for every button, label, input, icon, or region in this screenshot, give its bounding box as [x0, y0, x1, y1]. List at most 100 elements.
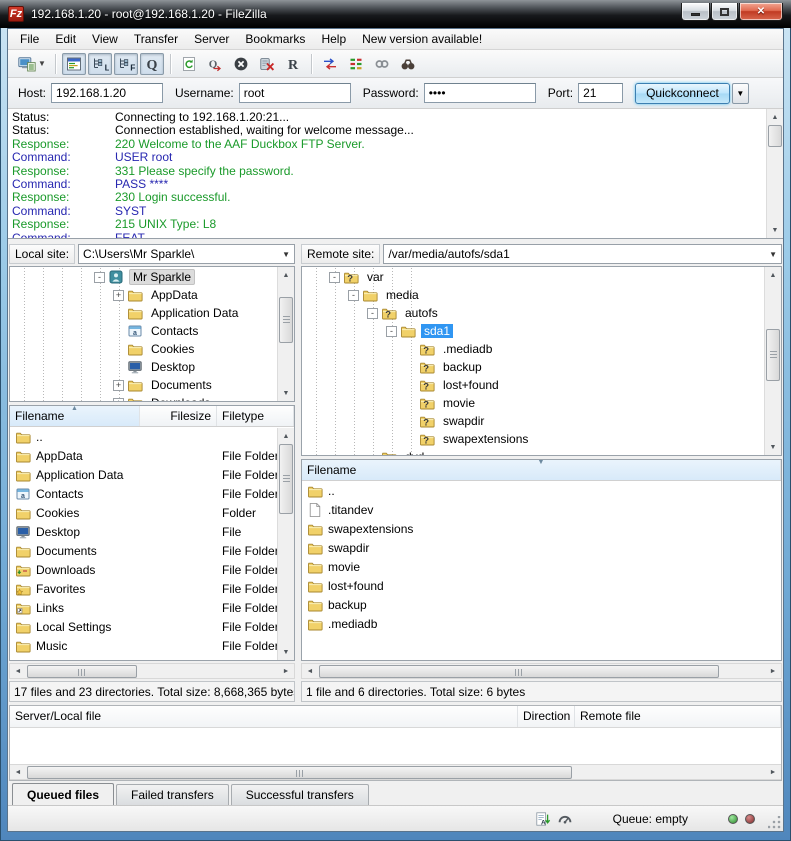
- chevron-down-icon[interactable]: ▼: [765, 250, 777, 259]
- port-input[interactable]: [578, 83, 623, 103]
- collapse-icon[interactable]: -: [348, 290, 359, 301]
- queue-column-direction[interactable]: Direction: [518, 706, 575, 727]
- reconnect-button[interactable]: R: [281, 53, 305, 75]
- column-header-filename[interactable]: Filename▲: [10, 406, 140, 426]
- file-row-downloads[interactable]: DownloadsFile Folder: [10, 560, 294, 579]
- scroll-left-arrow[interactable]: ◄: [302, 663, 318, 679]
- file-row-backup[interactable]: backup: [302, 595, 781, 614]
- synchronized-browsing-button[interactable]: [370, 53, 394, 75]
- expand-icon[interactable]: +: [113, 380, 124, 391]
- scroll-up-arrow[interactable]: ▲: [767, 109, 783, 125]
- queue-hscrollbar[interactable]: ◄ ►: [10, 764, 781, 780]
- file-row-movie[interactable]: movie: [302, 557, 781, 576]
- refresh-button[interactable]: [177, 53, 201, 75]
- scroll-right-arrow[interactable]: ►: [278, 663, 294, 679]
- remote-list-hscrollbar[interactable]: ◄ ►: [301, 663, 782, 679]
- file-row-links[interactable]: LinksFile Folder: [10, 598, 294, 617]
- tab-queued-files[interactable]: Queued files: [12, 783, 114, 805]
- menu-item-view[interactable]: View: [84, 30, 126, 48]
- scroll-thumb[interactable]: [279, 297, 293, 343]
- find-files-button[interactable]: [396, 53, 420, 75]
- message-log-scrollbar[interactable]: ▲ ▼: [766, 109, 783, 238]
- cancel-button[interactable]: [229, 53, 253, 75]
- tree-item-movie[interactable]: ?movie: [302, 394, 763, 412]
- menu-item-transfer[interactable]: Transfer: [126, 30, 186, 48]
- minimize-button[interactable]: [681, 3, 710, 21]
- tree-item-application-data[interactable]: Application Data: [10, 304, 276, 322]
- chevron-down-icon[interactable]: ▼: [278, 250, 290, 259]
- tree-item-mr-sparkle[interactable]: -Mr Sparkle: [10, 268, 276, 286]
- file-row-documents[interactable]: DocumentsFile Folder: [10, 541, 294, 560]
- remote-site-combobox[interactable]: /var/media/autofs/sda1 ▼: [383, 244, 782, 264]
- file-row-appdata[interactable]: AppDataFile Folder: [10, 446, 294, 465]
- title-bar[interactable]: Fz 192.168.1.20 - root@192.168.1.20 - Fi…: [0, 0, 791, 28]
- scroll-down-arrow[interactable]: ▼: [767, 222, 783, 238]
- collapse-icon[interactable]: -: [94, 272, 105, 283]
- menu-item-help[interactable]: Help: [313, 30, 354, 48]
- quickconnect-dropdown-button[interactable]: ▼: [732, 83, 749, 104]
- scroll-left-arrow[interactable]: ◄: [10, 764, 26, 780]
- scroll-thumb[interactable]: [27, 665, 137, 678]
- tree-item-contacts[interactable]: aContacts: [10, 322, 276, 340]
- scroll-thumb[interactable]: [766, 329, 780, 381]
- file-row-desktop[interactable]: DesktopFile: [10, 522, 294, 541]
- local-list-scrollbar[interactable]: ▲ ▼: [277, 428, 294, 660]
- queue-toggle-button[interactable]: Q: [140, 53, 164, 75]
- scroll-up-arrow[interactable]: ▲: [278, 428, 294, 444]
- file-row-swapdir[interactable]: swapdir: [302, 538, 781, 557]
- tree-item-var[interactable]: -?var: [302, 268, 763, 286]
- tree-item-sda1[interactable]: -sda1: [302, 322, 763, 340]
- scroll-thumb[interactable]: [768, 125, 782, 147]
- menu-item-new-version-available[interactable]: New version available!: [354, 30, 490, 48]
- tree-item-documents[interactable]: +Documents: [10, 376, 276, 394]
- tree-item-mediadb[interactable]: ?.mediadb: [302, 340, 763, 358]
- tree-item-swapextensions[interactable]: ?swapextensions: [302, 430, 763, 448]
- file-row-swapextensions[interactable]: swapextensions: [302, 519, 781, 538]
- transfer-queue-body[interactable]: [10, 728, 781, 764]
- disconnect-button[interactable]: [255, 53, 279, 75]
- remote-tree-toggle-button[interactable]: F: [114, 53, 138, 75]
- expand-icon[interactable]: +: [113, 398, 124, 402]
- tree-item-media[interactable]: -media: [302, 286, 763, 304]
- menu-item-edit[interactable]: Edit: [47, 30, 84, 48]
- resize-grip[interactable]: [768, 816, 781, 829]
- remote-tree-scrollbar[interactable]: ▲ ▼: [764, 267, 781, 455]
- scroll-up-arrow[interactable]: ▲: [765, 267, 781, 283]
- menu-item-file[interactable]: File: [12, 30, 47, 48]
- file-row-[interactable]: ..: [10, 427, 294, 446]
- column-header-filetype[interactable]: Filetype: [217, 406, 294, 426]
- file-row-cookies[interactable]: CookiesFolder: [10, 503, 294, 522]
- scroll-thumb[interactable]: [319, 665, 719, 678]
- queue-column-server-local-file[interactable]: Server/Local file: [10, 706, 518, 727]
- password-input[interactable]: [424, 83, 536, 103]
- file-row-lost-found[interactable]: lost+found: [302, 576, 781, 595]
- file-row-titandev[interactable]: .titandev: [302, 500, 781, 519]
- tab-successful-transfers[interactable]: Successful transfers: [231, 784, 369, 805]
- expand-icon[interactable]: +: [113, 290, 124, 301]
- file-row-mediadb[interactable]: .mediadb: [302, 614, 781, 633]
- tree-item-autofs[interactable]: -?autofs: [302, 304, 763, 322]
- column-header-filesize[interactable]: Filesize: [140, 406, 217, 426]
- scroll-up-arrow[interactable]: ▲: [278, 267, 294, 283]
- scroll-left-arrow[interactable]: ◄: [10, 663, 26, 679]
- column-header-filename[interactable]: Filename▼: [302, 460, 781, 480]
- collapse-icon[interactable]: -: [329, 272, 340, 283]
- tab-failed-transfers[interactable]: Failed transfers: [116, 784, 229, 805]
- local-list-hscrollbar[interactable]: ◄ ►: [9, 663, 295, 679]
- file-row-favorites[interactable]: FavoritesFile Folder: [10, 579, 294, 598]
- process-queue-button[interactable]: Q: [203, 53, 227, 75]
- queue-column-remote-file[interactable]: Remote file: [575, 706, 781, 727]
- directory-comparison-button[interactable]: [318, 53, 342, 75]
- username-input[interactable]: [239, 83, 351, 103]
- menu-item-bookmarks[interactable]: Bookmarks: [237, 30, 313, 48]
- collapse-icon[interactable]: -: [386, 326, 397, 337]
- file-row-music[interactable]: MusicFile Folder: [10, 636, 294, 655]
- site-manager-button[interactable]: ▼: [15, 53, 49, 75]
- scroll-down-arrow[interactable]: ▼: [278, 385, 294, 401]
- local-tree-toggle-button[interactable]: L: [88, 53, 112, 75]
- maximize-button[interactable]: [711, 3, 738, 21]
- file-row-application-data[interactable]: Application DataFile Folder: [10, 465, 294, 484]
- tree-item-dvd[interactable]: ?dvd: [302, 448, 763, 455]
- message-log-toggle-button[interactable]: [62, 53, 86, 75]
- file-row-contacts[interactable]: aContactsFile Folder: [10, 484, 294, 503]
